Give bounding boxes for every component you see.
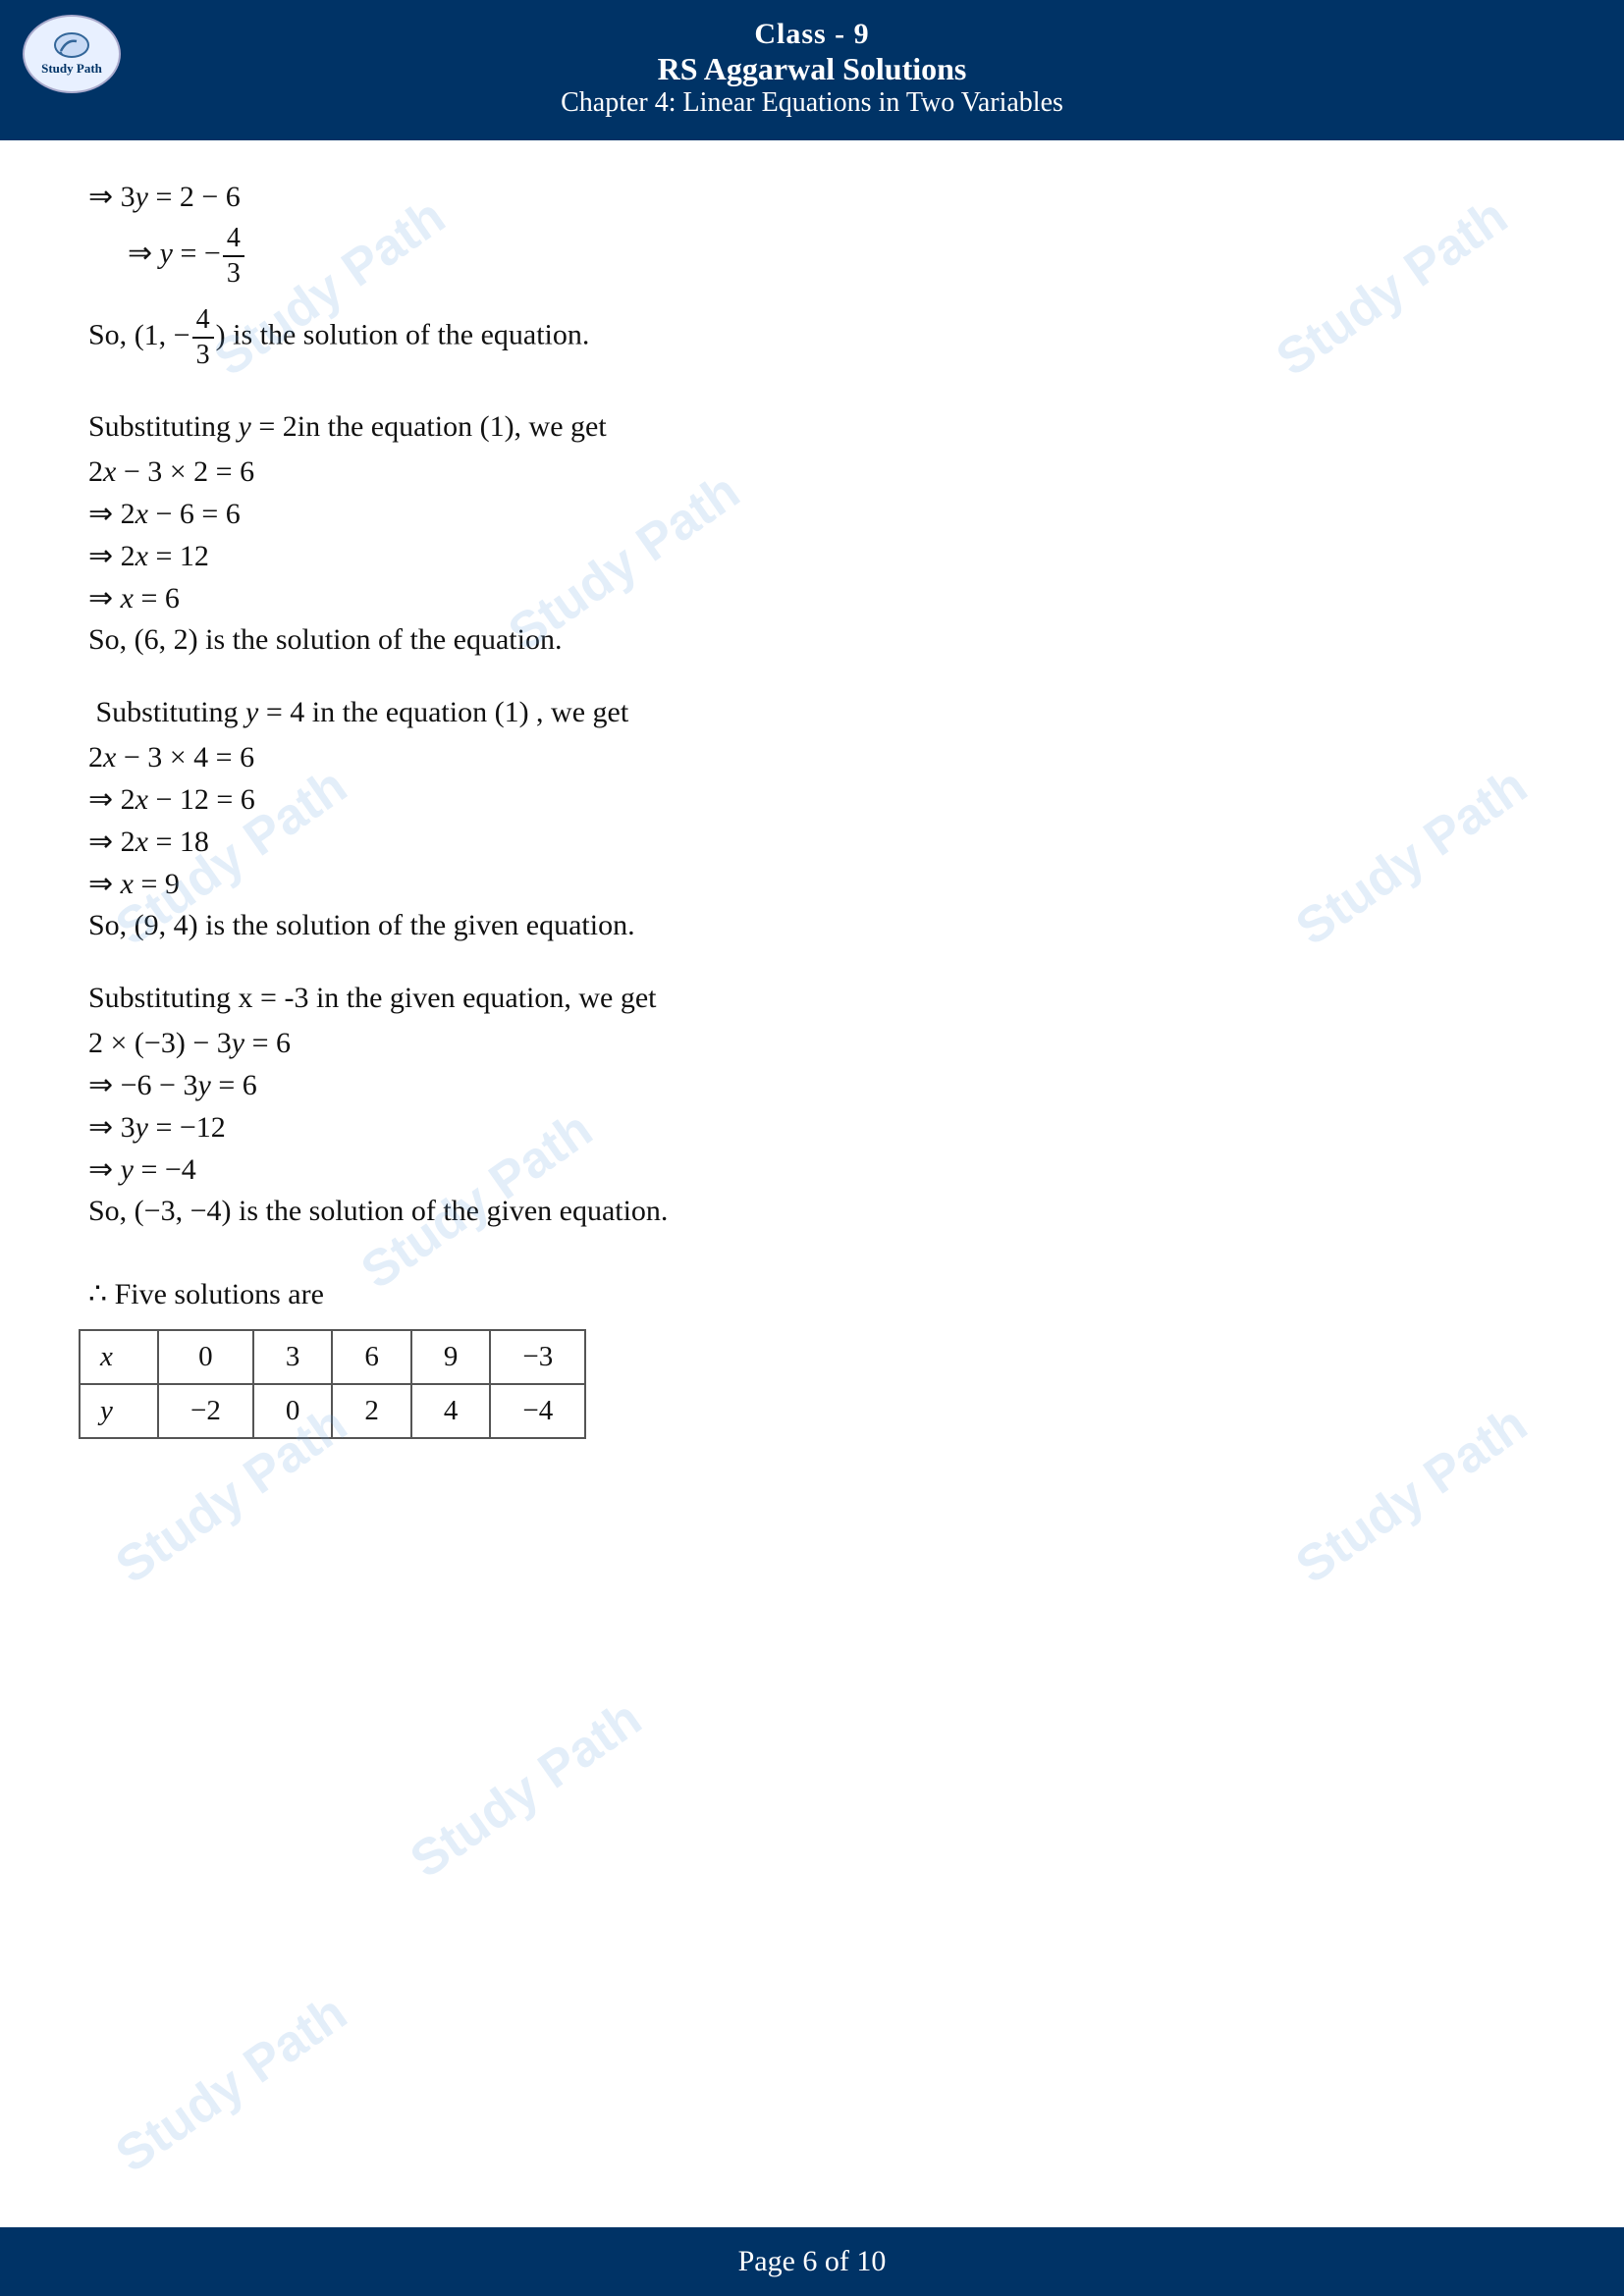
- solutions-table: x 0 3 6 9 −3 y −2 0 2 4 −4: [79, 1329, 586, 1439]
- s3-conclusion: So, (9, 4) is the solution of the given …: [79, 909, 1545, 942]
- table-row-y: y −2 0 2 4 −4: [80, 1384, 585, 1438]
- table-cell-x-9: 9: [411, 1330, 491, 1384]
- section-5: ∴ Five solutions are x 0 3 6 9 −3 y −2 0…: [79, 1277, 1545, 1439]
- s3-line4: ⇒ x = 9: [79, 867, 1545, 901]
- s2-line4: ⇒ x = 6: [79, 581, 1545, 615]
- s4-line2: ⇒ −6 − 3y = 6: [79, 1068, 1545, 1102]
- table-row-x: x 0 3 6 9 −3: [80, 1330, 585, 1384]
- page-header: Study Path Class - 9 RS Aggarwal Solutio…: [0, 0, 1624, 140]
- table-cell-y-label: y: [80, 1384, 158, 1438]
- s3-line3: ⇒ 2x = 18: [79, 825, 1545, 859]
- table-cell-x-neg3: −3: [490, 1330, 585, 1384]
- table-cell-y-neg2: −2: [158, 1384, 253, 1438]
- section-1: ⇒ 3y = 2 − 6 ⇒ y = −43 So, (1, −43) is t…: [79, 180, 1545, 371]
- s2-line1: 2x − 3 × 2 = 6: [79, 455, 1545, 489]
- section-4: Substituting x = -3 in the given equatio…: [79, 982, 1545, 1228]
- table-cell-x-0: 0: [158, 1330, 253, 1384]
- s1-line2: ⇒ y = −43: [79, 222, 1545, 290]
- header-class: Class - 9: [10, 18, 1614, 51]
- s3-line2: ⇒ 2x − 12 = 6: [79, 782, 1545, 817]
- header-chapter: Chapter 4: Linear Equations in Two Varia…: [10, 87, 1614, 119]
- logo-text: Study Path: [41, 61, 102, 77]
- s4-conclusion: So, (−3, −4) is the solution of the give…: [79, 1195, 1545, 1228]
- watermark-9: Study Path: [400, 1689, 652, 1891]
- section-3: Substituting y = 4 in the equation (1) ,…: [79, 696, 1545, 942]
- table-cell-x-6: 6: [332, 1330, 411, 1384]
- s2-intro: Substituting y = 2in the equation (1), w…: [79, 410, 1545, 444]
- table-cell-y-0: 0: [253, 1384, 333, 1438]
- s4-line3: ⇒ 3y = −12: [79, 1110, 1545, 1145]
- table-cell-x-label: x: [80, 1330, 158, 1384]
- section-2: Substituting y = 2in the equation (1), w…: [79, 410, 1545, 657]
- s3-line1: 2x − 3 × 4 = 6: [79, 741, 1545, 774]
- page-footer: Page 6 of 10: [0, 2227, 1624, 2296]
- page-number: Page 6 of 10: [738, 2245, 887, 2277]
- s5-intro: ∴ Five solutions are: [79, 1277, 1545, 1311]
- logo: Study Path: [18, 10, 126, 98]
- table-cell-x-3: 3: [253, 1330, 333, 1384]
- header-rs: RS Aggarwal Solutions: [10, 51, 1614, 87]
- s2-conclusion: So, (6, 2) is the solution of the equati…: [79, 623, 1545, 657]
- s2-line3: ⇒ 2x = 12: [79, 539, 1545, 573]
- main-content: Study Path Study Path Study Path Study P…: [0, 140, 1624, 1535]
- watermark-10: Study Path: [105, 1984, 357, 2185]
- table-cell-y-neg4: −4: [490, 1384, 585, 1438]
- s4-intro: Substituting x = -3 in the given equatio…: [79, 982, 1545, 1015]
- table-cell-y-4: 4: [411, 1384, 491, 1438]
- s4-line1: 2 × (−3) − 3y = 6: [79, 1027, 1545, 1060]
- s1-line1: ⇒ 3y = 2 − 6: [79, 180, 1545, 214]
- s3-intro: Substituting y = 4 in the equation (1) ,…: [79, 696, 1545, 729]
- s4-line4: ⇒ y = −4: [79, 1152, 1545, 1187]
- table-cell-y-2: 2: [332, 1384, 411, 1438]
- s1-conclusion: So, (1, −43) is the solution of the equa…: [79, 303, 1545, 371]
- s2-line2: ⇒ 2x − 6 = 6: [79, 497, 1545, 531]
